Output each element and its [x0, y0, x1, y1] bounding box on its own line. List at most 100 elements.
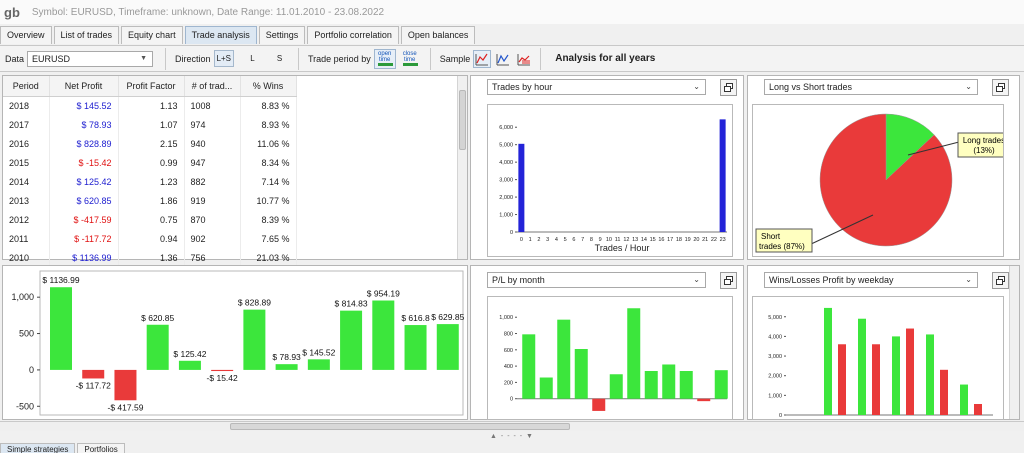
tab-trade-analysis[interactable]: Trade analysis	[184, 26, 257, 44]
sample-all-button[interactable]	[473, 49, 492, 68]
toolbar-separator	[165, 47, 167, 70]
direction-long-button[interactable]: L	[244, 50, 261, 67]
toolbar-separator	[429, 47, 431, 70]
cell-num-trades: 882	[184, 172, 241, 191]
window-icon	[724, 86, 731, 92]
panel-title: P/L by month	[492, 275, 545, 285]
y-tick-label: 600	[504, 348, 513, 354]
tab-list-of-trades[interactable]: List of trades	[53, 26, 120, 44]
scrollbar-thumb[interactable]	[459, 90, 466, 150]
y-tick-label: 800	[504, 332, 513, 338]
x-tick-label: 2018	[310, 418, 328, 419]
open-time-icon-label: open time	[378, 50, 392, 63]
sample-out-of-sample-button[interactable]	[515, 50, 533, 68]
tab-portfolio-correlation[interactable]: Portfolio correlation	[307, 26, 399, 44]
trades-by-hour-selector[interactable]: Trades by hour ⌄	[487, 79, 706, 95]
data-select[interactable]: EURUSD ▼	[27, 50, 154, 67]
y-tick-label: 5,000	[768, 315, 782, 321]
y-tick-label: 3,000	[768, 354, 782, 360]
tab-portfolios[interactable]: Portfolios	[77, 443, 125, 453]
table-row[interactable]: 2014 $ 125.42 1.23 882 7.14 %	[3, 172, 297, 191]
panel-splitter[interactable]: ▲ - - - - ▼	[0, 431, 1024, 443]
tab-equity-chart[interactable]: Equity chart	[121, 26, 183, 44]
cell-period: 2014	[3, 172, 50, 191]
chevron-down-icon: ⌄	[965, 275, 972, 284]
table-row[interactable]: 2011 $ -117.72 0.94 902 7.65 %	[3, 229, 297, 248]
x-tick-label: 21	[702, 237, 708, 243]
bar	[974, 403, 982, 415]
table-row[interactable]: 2013 $ 620.85 1.86 919 10.77 %	[3, 191, 297, 210]
table-row[interactable]: 2015 $ -15.42 0.99 947 8.34 %	[3, 153, 297, 172]
long-vs-short-selector[interactable]: Long vs Short trades ⌄	[764, 79, 978, 95]
sample-label: Sample	[439, 53, 471, 64]
x-tick-label: 2021	[407, 418, 425, 419]
maximize-window-button[interactable]	[992, 272, 1009, 289]
x-tick-label: 8	[590, 237, 593, 243]
maximize-window-button[interactable]	[720, 272, 737, 289]
cell-net-profit: $ 78.93	[49, 115, 119, 134]
bar	[307, 359, 330, 370]
table-vertical-scrollbar[interactable]	[457, 76, 467, 259]
horizontal-scrollbar[interactable]	[0, 421, 1024, 431]
column-header-num-trades[interactable]: # of trad...	[184, 76, 241, 97]
bar	[518, 143, 525, 232]
bar	[404, 325, 427, 370]
x-tick-label: 2015	[213, 418, 231, 419]
scrollbar-thumb[interactable]	[230, 423, 570, 430]
analysis-title: Analysis for all years	[555, 53, 656, 64]
table-header-row: Period Net Profit Profit Factor # of tra…	[3, 76, 297, 97]
y-tick-label: 5,000	[499, 143, 513, 149]
x-tick-label: 18	[676, 237, 682, 243]
x-tick-label: 2014	[181, 418, 199, 419]
bar	[662, 364, 676, 399]
x-tick-label: 7	[581, 237, 584, 243]
title-bar: gb Symbol: EURUSD, Timeframe: unknown, D…	[0, 0, 1024, 24]
column-header-period[interactable]: Period	[3, 76, 50, 97]
y-tick-label: 0	[510, 230, 513, 236]
table-row[interactable]: 2018 $ 145.52 1.13 1008 8.83 %	[3, 96, 297, 115]
cell-profit-factor: 1.07	[118, 115, 185, 134]
yearly-stats-table: Period Net Profit Profit Factor # of tra…	[3, 76, 297, 267]
long-vs-short-panel: Long vs Short trades ⌄ Long trades (13%) S…	[747, 75, 1020, 260]
x-tick-label: 2011	[85, 418, 103, 419]
pl-by-month-selector[interactable]: P/L by month ⌄	[487, 272, 706, 288]
y-tick-label: 0	[510, 397, 513, 403]
bar	[114, 369, 137, 401]
panel-vertical-scrollbar[interactable]	[1009, 266, 1019, 419]
x-tick-label: 5	[564, 237, 567, 243]
direction-long-short-button[interactable]: L+S	[213, 50, 234, 67]
sample-in-sample-button[interactable]	[494, 50, 512, 68]
x-tick-label: 16	[658, 237, 664, 243]
cell-num-trades: 1008	[184, 96, 241, 115]
tab-open-balances[interactable]: Open balances	[400, 26, 476, 44]
open-time-button[interactable]: open time	[373, 48, 396, 69]
direction-short-button[interactable]: S	[271, 50, 288, 67]
column-header-profit-factor[interactable]: Profit Factor	[118, 76, 185, 97]
cell-net-profit: $ 828.89	[49, 134, 119, 153]
cell-pct-wins: 7.14 %	[240, 172, 297, 191]
table-row[interactable]: 2012 $ -417.59 0.75 870 8.39 %	[3, 210, 297, 229]
wl-by-weekday-selector[interactable]: Wins/Losses Profit by weekday ⌄	[764, 272, 978, 288]
direction-label: Direction	[175, 53, 211, 64]
column-header-net-profit[interactable]: Net Profit	[49, 76, 119, 97]
tab-settings[interactable]: Settings	[258, 26, 306, 44]
main-tabs: Overview List of trades Equity chart Tra…	[0, 26, 1024, 44]
column-header-pct-wins[interactable]: % Wins	[240, 76, 297, 97]
bar	[714, 370, 728, 399]
window-icon	[724, 279, 731, 285]
maximize-window-button[interactable]	[992, 79, 1009, 96]
tab-overview[interactable]: Overview	[0, 26, 52, 44]
yearly-profit-panel: -500 0 500 1,000 $ 1136.99 2010 -$ 117.72 2011 -…	[2, 265, 468, 427]
bar	[436, 324, 459, 370]
bar	[719, 119, 726, 232]
maximize-window-button[interactable]	[720, 79, 737, 96]
close-time-button[interactable]: close time	[399, 49, 421, 69]
cell-num-trades: 902	[184, 229, 241, 248]
sample-all-icon	[475, 53, 489, 65]
panel-title: Long vs Short trades	[769, 82, 853, 92]
table-row[interactable]: 2017 $ 78.93 1.07 974 8.93 %	[3, 115, 297, 134]
bar	[892, 336, 900, 415]
tab-simple-strategies[interactable]: Simple strategies	[0, 443, 76, 453]
bar	[872, 344, 880, 415]
table-row[interactable]: 2016 $ 828.89 2.15 940 11.06 %	[3, 134, 297, 153]
